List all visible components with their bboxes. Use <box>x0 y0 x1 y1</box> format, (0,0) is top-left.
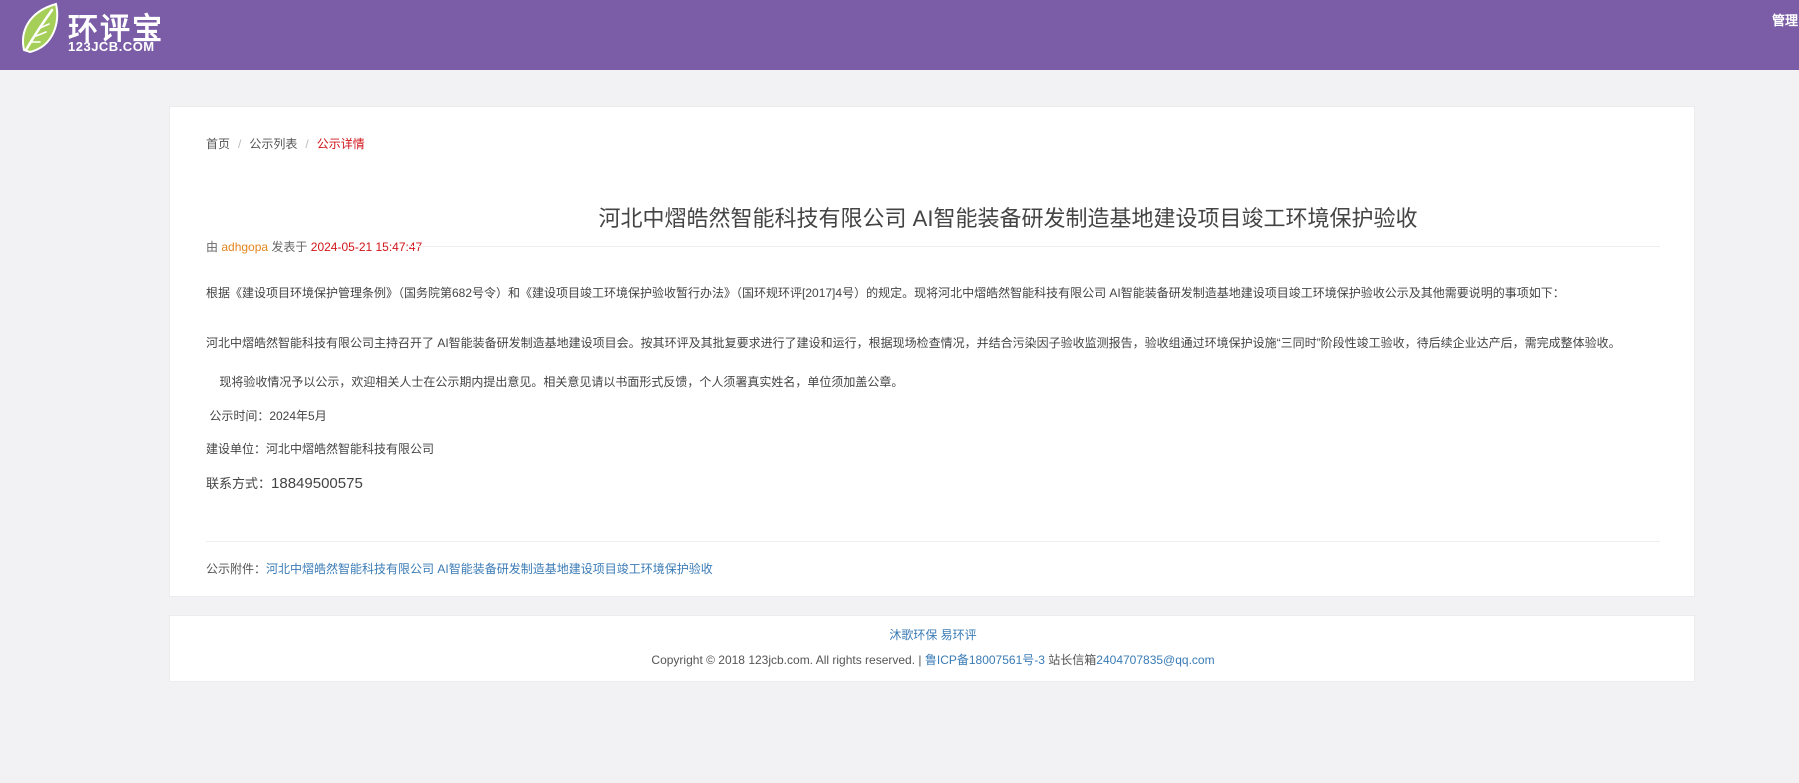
title-divider <box>406 246 1660 247</box>
article-paragraph: 根据《建设项目环境保护管理条例》（国务院第682号令）和《建设项目竣工环境保护验… <box>206 286 1565 300</box>
breadcrumb-current: 公示详情 <box>316 137 365 151</box>
attachment-row: 公示附件：河北中熠皓然智能科技有限公司 AI智能装备研发制造基地建设项目竣工环境… <box>206 560 713 577</box>
contact-label: 联系方式： <box>206 476 272 491</box>
article-paragraph: 现将验收情况予以公示，欢迎相关人士在公示期内提出意见。相关意见请以书面形式反馈，… <box>206 375 904 389</box>
top-navbar: 环评宝 123JCB.COM 管理中心 <box>0 0 1799 70</box>
publicity-time: 公示时间：2024年5月 <box>206 409 327 423</box>
content-divider <box>206 541 1660 542</box>
article-title: 河北中熠皓然智能科技有限公司 AI智能装备研发制造基地建设项目竣工环境保护验收 <box>598 206 1418 231</box>
footer: 沐歌环保 易环评 Copyright © 2018 123jcb.com. Al… <box>169 615 1695 682</box>
copyright-line: Copyright © 2018 123jcb.com. All rights … <box>170 651 1696 668</box>
logo-subtitle: 123JCB.COM <box>68 39 155 54</box>
contact-phone: 18849500575 <box>271 475 363 492</box>
breadcrumb-separator: / <box>305 137 309 151</box>
attachment-label: 公示附件： <box>206 562 267 576</box>
attachment-link[interactable]: 河北中熠皓然智能科技有限公司 AI智能装备研发制造基地建设项目竣工环境保护验收 <box>266 562 713 576</box>
meta-mid: 发表于 <box>271 240 308 254</box>
contact-line: 联系方式：18849500575 <box>206 472 1660 496</box>
site-logo[interactable]: 环评宝 123JCB.COM <box>18 2 178 60</box>
leaf-icon <box>22 2 59 54</box>
article-card: 首页 / 公示列表 / 公示详情 河北中熠皓然智能科技有限公司 AI智能装备研发制造基地… <box>169 106 1695 597</box>
footer-partner-link[interactable]: 沐歌环保 易环评 <box>889 628 976 642</box>
meta-prefix: 由 <box>206 240 219 254</box>
mail-label: 站长信箱 <box>1048 653 1097 667</box>
article-paragraph: 河北中熠皓然智能科技有限公司主持召开了 AI智能装备研发制造基地建设项目会。按其… <box>206 336 1621 350</box>
breadcrumb-list[interactable]: 公示列表 <box>249 137 297 151</box>
article-meta: 由 adhgopa 发表于 2024-05-21 15:47:47 <box>206 238 422 255</box>
breadcrumb-separator: / <box>238 137 242 151</box>
mail-link[interactable]: 2404707835@qq.com <box>1096 653 1214 667</box>
breadcrumb: 首页 / 公示列表 / 公示详情 <box>206 135 365 152</box>
admin-center-link[interactable]: 管理中心 <box>1772 10 1799 29</box>
breadcrumb-home[interactable]: 首页 <box>206 137 230 151</box>
author-link[interactable]: adhgopa <box>221 240 268 254</box>
copyright-text: Copyright © 2018 123jcb.com. All rights … <box>651 653 922 667</box>
publish-date: 2024-05-21 15:47:47 <box>310 240 423 254</box>
construction-unit: 建设单位：河北中熠皓然智能科技有限公司 <box>206 442 435 456</box>
footer-links: 沐歌环保 易环评 <box>170 626 1696 643</box>
icp-link[interactable]: 鲁ICP备18007561号-3 <box>925 653 1045 667</box>
